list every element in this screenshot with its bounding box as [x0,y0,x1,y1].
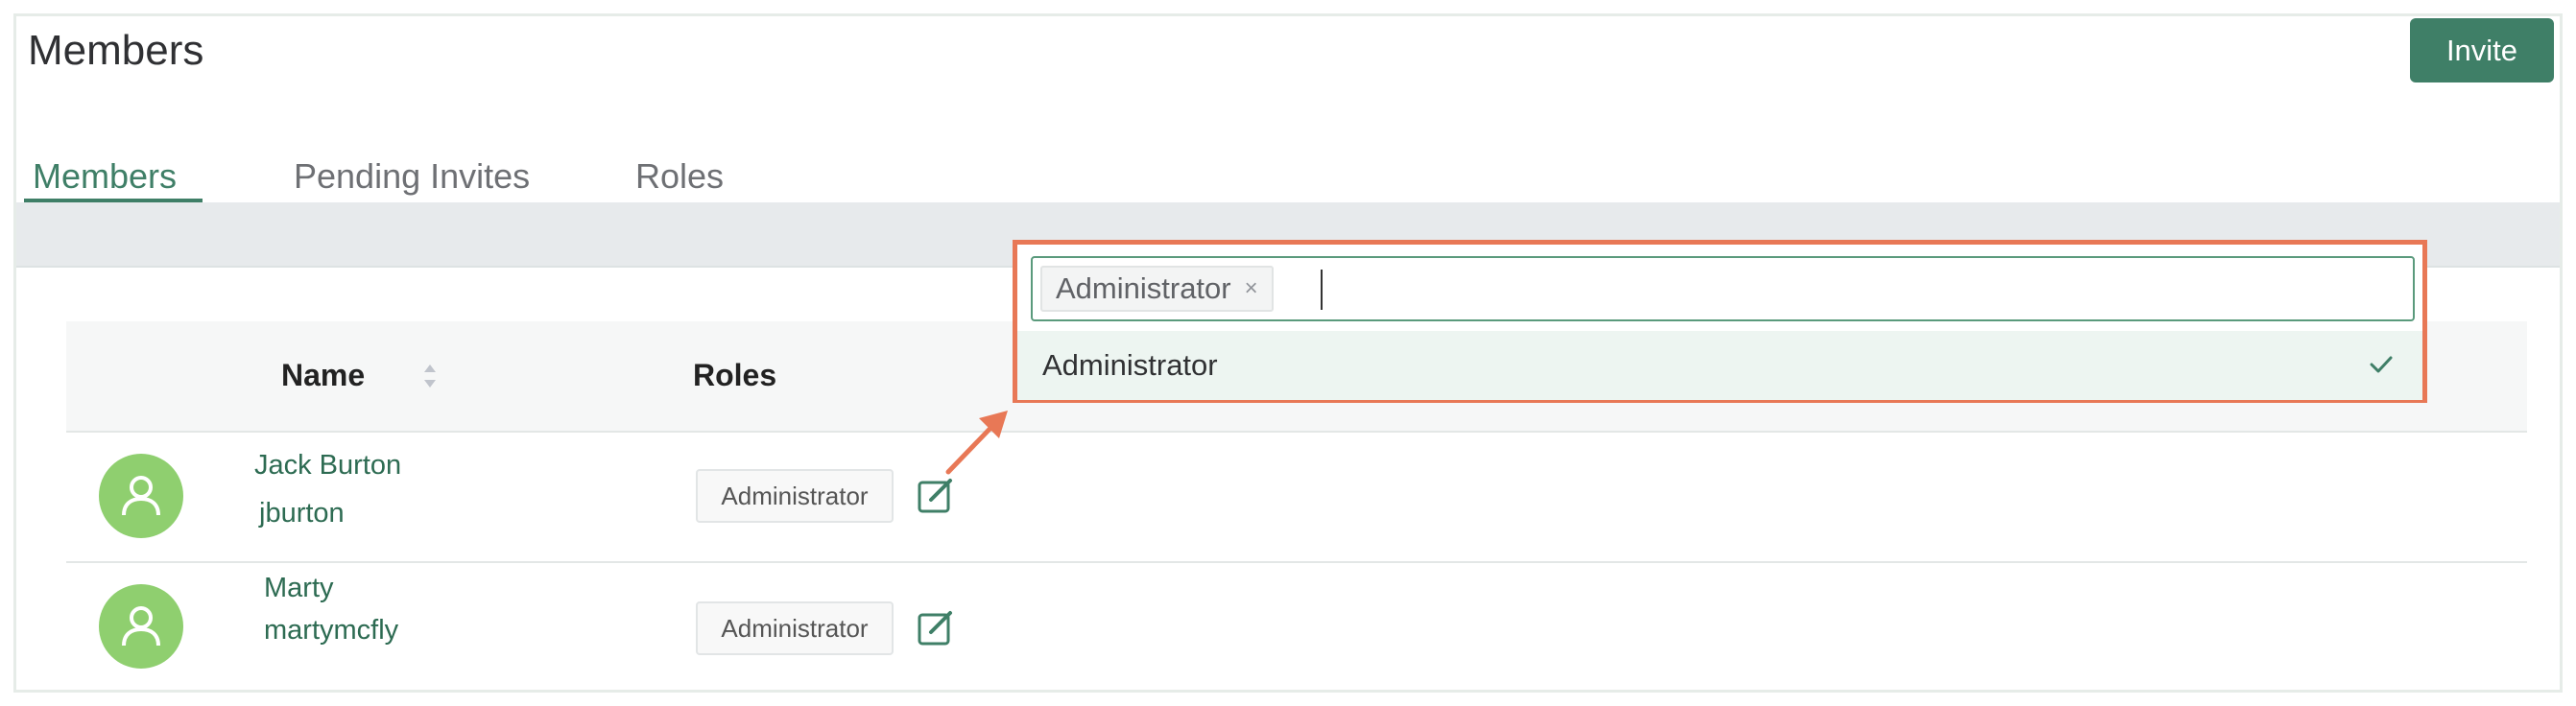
column-header-roles: Roles [693,358,777,392]
tab-roles[interactable]: Roles [635,156,724,197]
dropdown-option-label: Administrator [1042,348,1218,382]
close-icon[interactable]: × [1245,275,1258,302]
user-display-name[interactable]: Jack Burton [254,450,401,482]
user-icon [122,476,160,516]
column-header-name[interactable]: Name [281,358,365,393]
role-select-dropdown: Administrator × Administrator [1013,240,2427,403]
role-select-input[interactable]: Administrator × [1031,256,2415,321]
sort-icon[interactable] [421,362,439,390]
dropdown-option-administrator[interactable]: Administrator [1017,331,2422,400]
check-icon [2370,356,2393,373]
selected-role-label: Administrator [1056,271,1231,305]
text-cursor [1321,270,1323,310]
members-page: Members Invite Members Pending Invites R… [13,13,2563,693]
avatar [99,584,183,669]
edit-icon[interactable] [916,607,956,647]
user-display-name[interactable]: Marty [264,573,334,604]
role-badge: Administrator [696,601,894,655]
table-row: Jack Burton jburton Administrator [66,433,2527,563]
tab-members[interactable]: Members [33,156,177,197]
user-icon [122,606,160,647]
role-badge: Administrator [696,469,894,523]
invite-button[interactable]: Invite [2410,18,2554,82]
user-username[interactable]: martymcfly [264,615,398,647]
selected-role-tag: Administrator × [1040,266,1274,312]
page-title: Members [28,27,204,74]
tab-pending-invites[interactable]: Pending Invites [294,156,530,197]
edit-icon[interactable] [916,475,956,515]
avatar [99,454,183,538]
user-username[interactable]: jburton [259,498,345,530]
table-row: Marty martymcfly Administrator [66,563,2527,690]
